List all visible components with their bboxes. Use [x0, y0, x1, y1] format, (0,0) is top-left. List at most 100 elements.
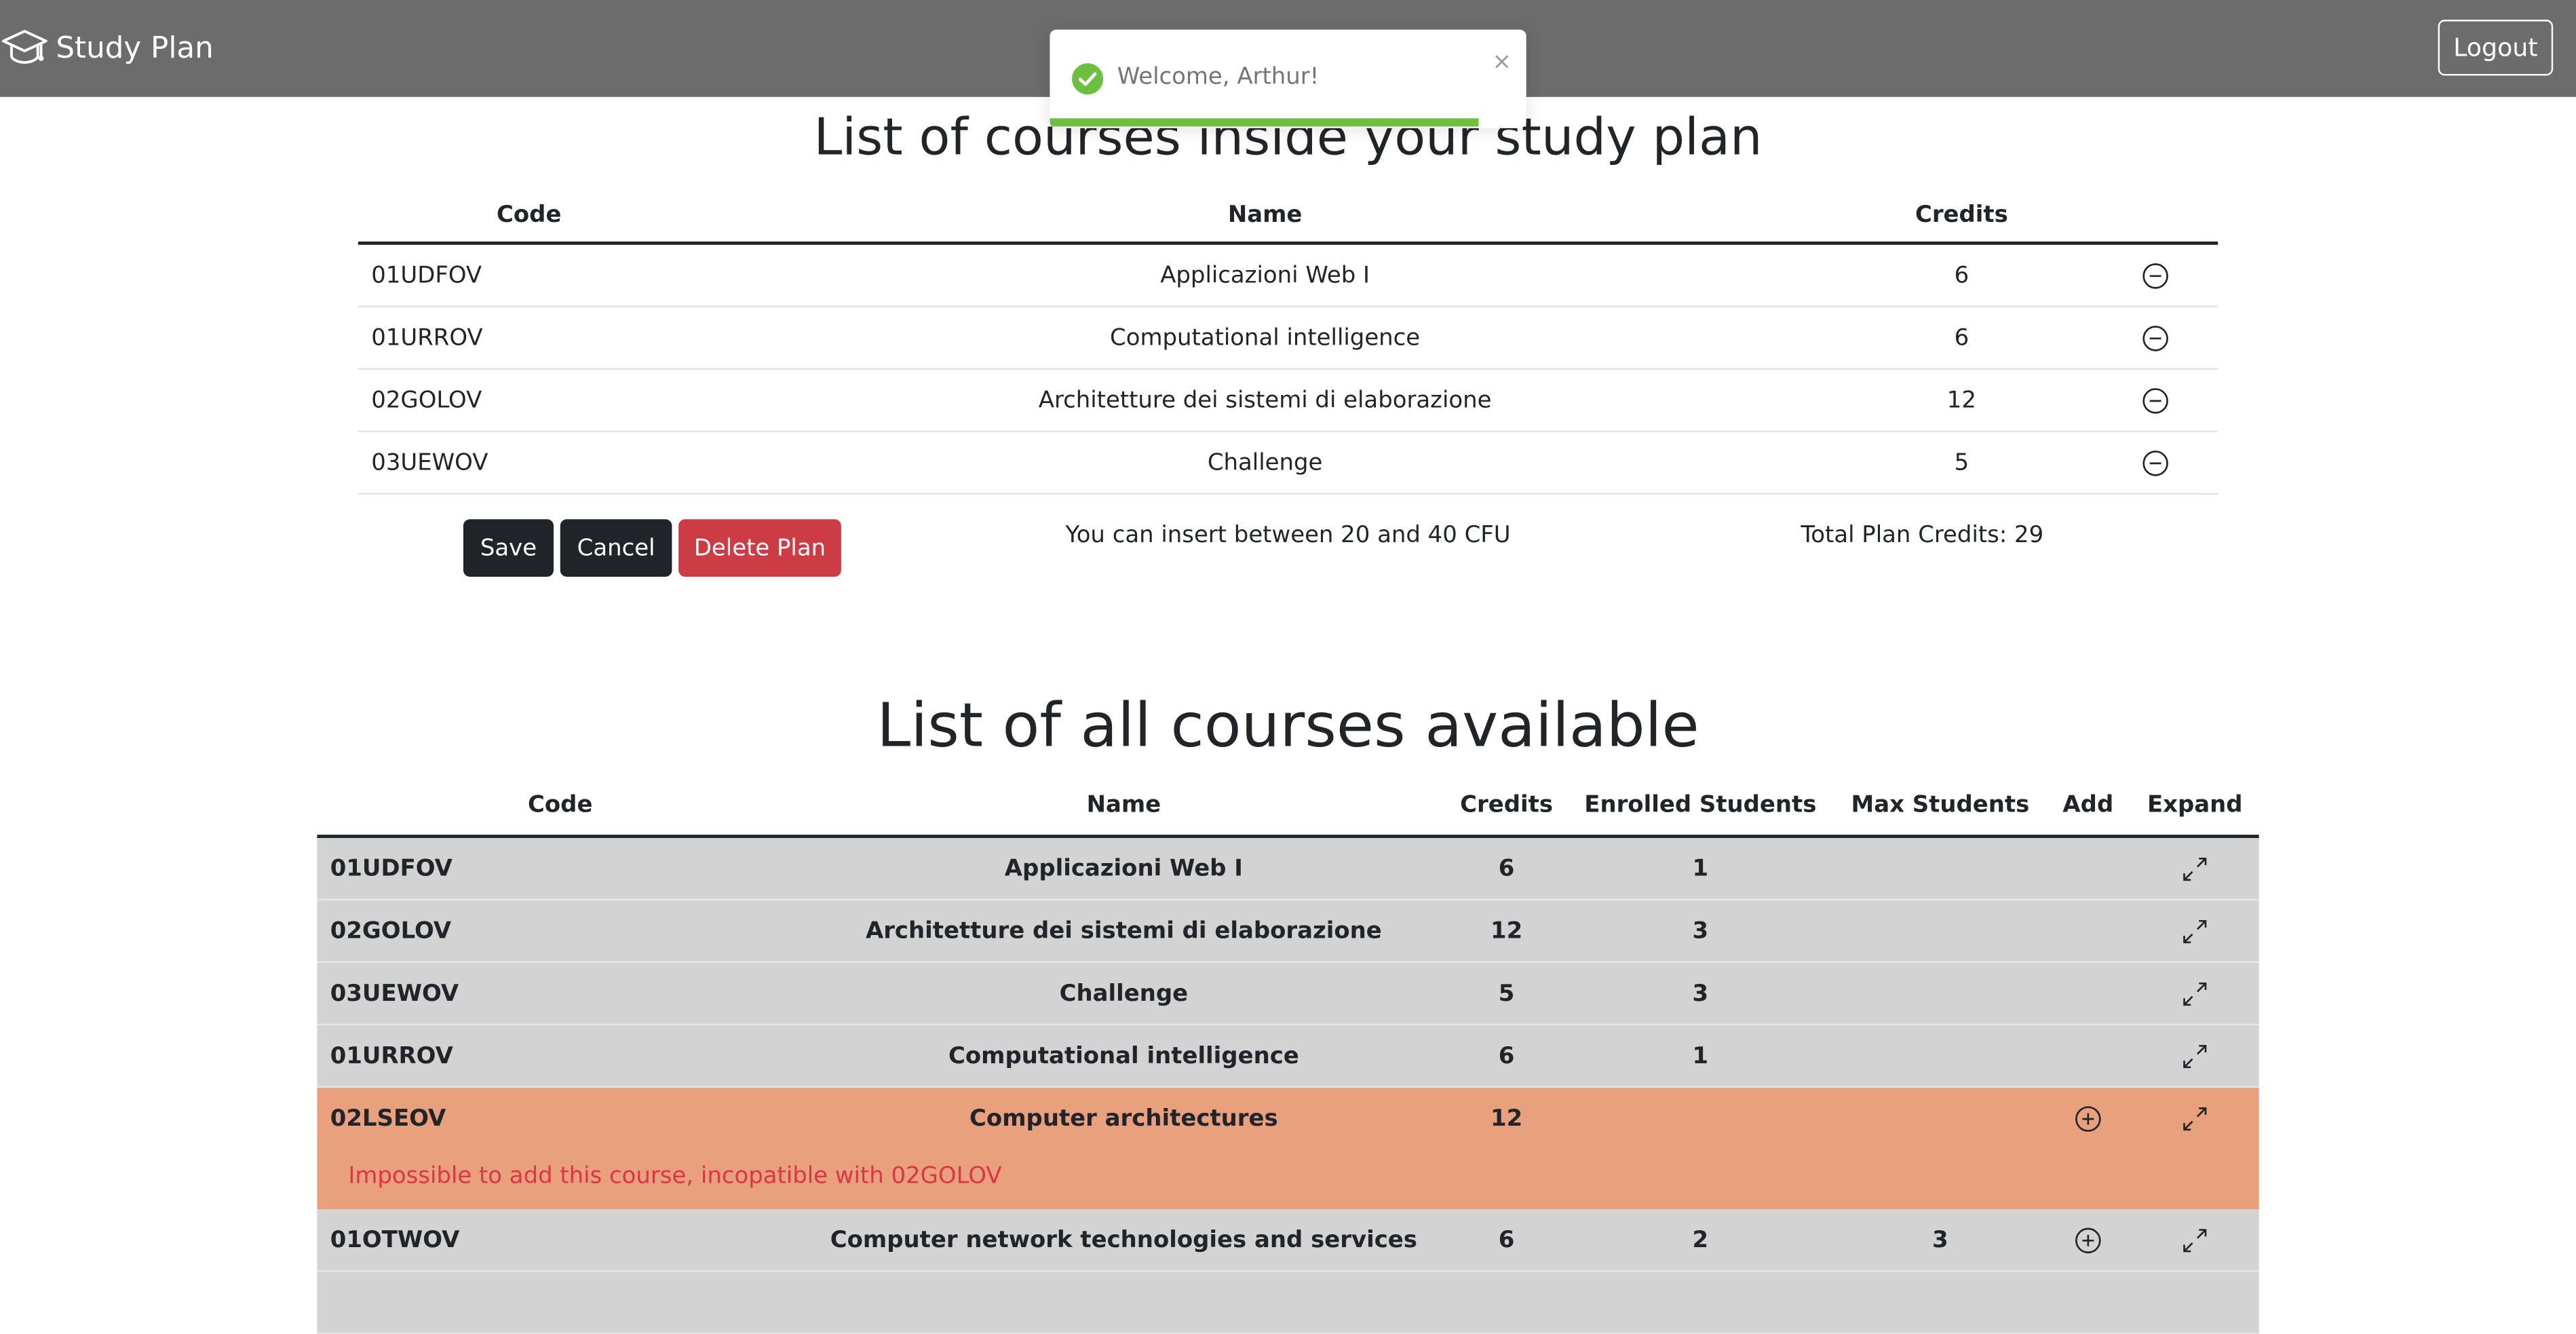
courses-title: List of all courses available: [877, 690, 1699, 761]
brand[interactable]: Study Plan: [0, 23, 214, 73]
course-max-students: [1825, 838, 2055, 899]
course-code: 02GOLOV: [371, 387, 482, 414]
course-code: 03UEWOV: [371, 449, 488, 476]
plus-circle-icon: [2075, 1105, 2101, 1131]
course-name: Computer architectures: [969, 1105, 1278, 1132]
arrows-angle-expand-icon: [2183, 981, 2207, 1005]
dash-circle-icon: [2142, 262, 2168, 288]
course-credits: 6: [1954, 262, 1969, 288]
course-code: 01OTWOV: [330, 1226, 460, 1253]
plan-row: 01URROV Computational intelligence 6: [358, 307, 2218, 370]
remove-course-button[interactable]: [2136, 370, 2175, 431]
total-credits-text: Total Plan Credits: 29: [1801, 522, 2044, 549]
course-code: 01URROV: [330, 1042, 453, 1069]
course-code: 01URROV: [371, 324, 483, 351]
remove-course-button[interactable]: [2136, 245, 2175, 306]
column-header-credits: Credits: [1460, 792, 1554, 818]
course-enrolled: 1: [1692, 855, 1709, 882]
toast-message: Welcome, Arthur!: [1117, 64, 1320, 91]
column-header-enrolled: Enrolled Students: [1584, 792, 1817, 818]
course-credits: 5: [1498, 980, 1515, 1007]
expand-button[interactable]: [2138, 1025, 2253, 1086]
course-row-partial: [317, 1272, 2259, 1334]
add-course-button[interactable]: [2055, 1088, 2121, 1149]
dash-circle-icon: [2142, 449, 2168, 476]
column-header-name: Name: [1086, 792, 1161, 818]
course-row-incompatible: 02LSEOV Computer architectures 12 Imposs…: [317, 1088, 2259, 1210]
course-max-students: [1825, 1025, 2055, 1086]
course-code: 02GOLOV: [330, 917, 452, 945]
course-credits: 12: [1946, 387, 1976, 414]
expand-button[interactable]: [2138, 963, 2253, 1024]
course-code: 01UDFOV: [330, 855, 453, 882]
course-credits: 6: [1498, 1226, 1515, 1253]
course-name: Computational intelligence: [1110, 324, 1421, 351]
add-course-button[interactable]: [2055, 1209, 2121, 1270]
delete-plan-button[interactable]: Delete Plan: [678, 519, 841, 577]
course-name: Architetture dei sistemi di elaborazione: [865, 917, 1382, 945]
course-enrolled: 3: [1692, 980, 1709, 1007]
course-name: Architetture dei sistemi di elaborazione: [1038, 387, 1492, 414]
cancel-button[interactable]: Cancel: [560, 519, 672, 577]
plan-table: Code Name Credits 01UDFOV Applicazioni W…: [358, 187, 2218, 495]
course-name: Computational intelligence: [948, 1042, 1299, 1069]
plan-table-header: Code Name Credits: [358, 187, 2218, 245]
welcome-toast: Welcome, Arthur! ×: [1050, 29, 1526, 128]
course-credits: 6: [1498, 1042, 1515, 1069]
course-row: 01OTWOV Computer network technologies an…: [317, 1209, 2259, 1272]
expand-button[interactable]: [2138, 1209, 2253, 1270]
graduation-cap-icon: [0, 23, 50, 73]
plan-row: 03UEWOV Challenge 5: [358, 432, 2218, 495]
expand-button[interactable]: [2138, 900, 2253, 961]
courses-table-header: Code Name Credits Enrolled Students Max …: [317, 776, 2259, 839]
save-button[interactable]: Save: [463, 519, 554, 577]
course-credits: 12: [1490, 917, 1523, 945]
course-max-students: [1825, 963, 2055, 1024]
course-name: Challenge: [1059, 980, 1189, 1007]
brand-title: Study Plan: [56, 30, 214, 65]
remove-course-button[interactable]: [2136, 307, 2175, 368]
course-code: 02LSEOV: [330, 1105, 446, 1132]
course-enrolled: 1: [1692, 1042, 1709, 1069]
arrows-angle-expand-icon: [2183, 1106, 2207, 1130]
expand-button[interactable]: [2138, 838, 2253, 899]
course-code: 01UDFOV: [371, 262, 482, 288]
course-name: Applicazioni Web I: [1004, 855, 1243, 882]
dash-circle-icon: [2142, 387, 2168, 413]
plan-row: 01UDFOV Applicazioni Web I 6: [358, 245, 2218, 307]
course-row: 02GOLOV Architetture dei sistemi di elab…: [317, 900, 2259, 964]
column-header-max: Max Students: [1851, 792, 2030, 818]
column-header-expand: Expand: [2147, 792, 2243, 818]
expand-button[interactable]: [2138, 1088, 2253, 1149]
plan-controls: Save Cancel Delete Plan You can insert b…: [0, 519, 2576, 578]
close-icon[interactable]: ×: [1492, 50, 1511, 76]
column-header-credits: Credits: [1915, 201, 2008, 228]
remove-course-button[interactable]: [2136, 432, 2175, 493]
check-circle-icon: [1071, 62, 1104, 95]
app-root: Study Plan Logout Welcome, Arthur! × Lis…: [0, 0, 2576, 1334]
toast-progress-bar: [1050, 118, 1479, 127]
cfu-limits-text: You can insert between 20 and 40 CFU: [1065, 522, 1511, 549]
course-enrolled: 3: [1692, 917, 1709, 945]
course-code: 03UEWOV: [330, 980, 459, 1007]
plan-row: 02GOLOV Architetture dei sistemi di elab…: [358, 370, 2218, 432]
course-max-students: [1825, 900, 2055, 961]
course-name: Computer network technologies and servic…: [830, 1226, 1418, 1253]
course-row: 01UDFOV Applicazioni Web I 6 1: [317, 838, 2259, 901]
course-row: 03UEWOV Challenge 5 3: [317, 963, 2259, 1026]
arrows-angle-expand-icon: [2183, 1044, 2207, 1067]
arrows-angle-expand-icon: [2183, 1228, 2207, 1252]
course-max-students: 3: [1932, 1226, 1948, 1253]
course-enrolled: [1585, 1088, 1815, 1149]
course-row: 01URROV Computational intelligence 6 1: [317, 1025, 2259, 1088]
logout-button[interactable]: Logout: [2438, 20, 2554, 76]
courses-table: Code Name Credits Enrolled Students Max …: [317, 776, 2259, 1334]
course-credits: 12: [1490, 1105, 1523, 1132]
course-max-students: [1825, 1088, 2055, 1149]
column-header-name: Name: [1227, 201, 1303, 228]
course-name: Challenge: [1207, 449, 1323, 476]
dash-circle-icon: [2142, 324, 2168, 351]
incompatibility-message: Impossible to add this course, incopatib…: [348, 1163, 1002, 1190]
course-credits: 6: [1498, 855, 1515, 882]
course-name: Applicazioni Web I: [1160, 262, 1370, 288]
